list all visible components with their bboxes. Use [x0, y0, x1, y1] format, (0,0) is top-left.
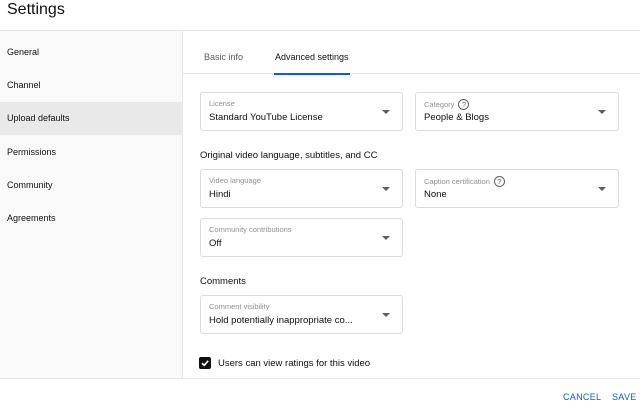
video-language-value: Hindi [209, 189, 231, 200]
comment-visibility-value: Hold potentially inappropriate co... [209, 315, 353, 326]
community-contributions-value: Off [209, 238, 222, 249]
help-icon[interactable]: ? [458, 99, 470, 110]
license-dropdown[interactable]: License Standard YouTube License [200, 92, 403, 131]
dropdown-arrow-icon [382, 313, 390, 317]
license-label: License [209, 99, 235, 108]
ratings-checkbox-label: Users can view ratings for this video [218, 357, 371, 369]
sidebar-item-permissions[interactable]: Permissions [0, 136, 183, 169]
dropdown-arrow-icon [382, 187, 390, 191]
sidebar-item-agreements[interactable]: Agreements [0, 202, 183, 235]
sidebar-item-channel[interactable]: Channel [0, 69, 183, 102]
tab-advanced-settings[interactable]: Advanced settings [274, 31, 350, 75]
comments-section-title: Comments [200, 276, 246, 287]
sidebar-item-upload-defaults[interactable]: Upload defaults [0, 102, 183, 135]
comment-visibility-label: Comment visibility [209, 302, 270, 311]
community-contributions-dropdown[interactable]: Community contributions Off [200, 218, 403, 257]
dropdown-arrow-icon [382, 236, 390, 240]
ratings-checkbox[interactable] [199, 357, 211, 369]
category-label: Category ? [424, 99, 470, 110]
sidebar-item-community[interactable]: Community [0, 169, 183, 202]
tab-basic-info[interactable]: Basic info [204, 31, 243, 74]
license-value: Standard YouTube License [209, 112, 323, 123]
video-language-dropdown[interactable]: Video language Hindi [200, 169, 403, 208]
sidebar-item-general[interactable]: General [0, 36, 183, 69]
tab-label: Basic info [204, 52, 244, 62]
dialog-footer: CANCEL SAVE [0, 378, 640, 407]
comment-visibility-dropdown[interactable]: Comment visibility Hold potentially inap… [200, 295, 403, 334]
dropdown-arrow-icon [598, 187, 606, 191]
settings-sidebar: General Channel Upload defaults Permissi… [0, 31, 183, 378]
save-button[interactable]: SAVE [612, 379, 637, 407]
video-language-label: Video language [209, 176, 261, 185]
page-title: Settings [7, 1, 65, 18]
tab-label: Advanced settings [275, 52, 349, 62]
cancel-button[interactable]: CANCEL [563, 379, 601, 407]
category-value: People & Blogs [424, 112, 489, 123]
community-contributions-label: Community contributions [209, 225, 292, 234]
caption-certification-dropdown[interactable]: Caption certification ? None [415, 169, 619, 208]
settings-header: Settings [0, 0, 640, 31]
caption-certification-label: Caption certification ? [424, 176, 505, 187]
checkmark-icon [201, 360, 209, 367]
dropdown-arrow-icon [598, 110, 606, 114]
active-tab-indicator [274, 73, 350, 75]
language-section-title: Original video language, subtitles, and … [200, 150, 378, 161]
ratings-checkbox-row[interactable]: Users can view ratings for this video [199, 357, 370, 369]
dropdown-arrow-icon [382, 110, 390, 114]
caption-certification-value: None [424, 189, 447, 200]
help-icon[interactable]: ? [493, 176, 505, 187]
tab-bar: Basic info Advanced settings [183, 31, 640, 75]
category-dropdown[interactable]: Category ? People & Blogs [415, 92, 619, 131]
